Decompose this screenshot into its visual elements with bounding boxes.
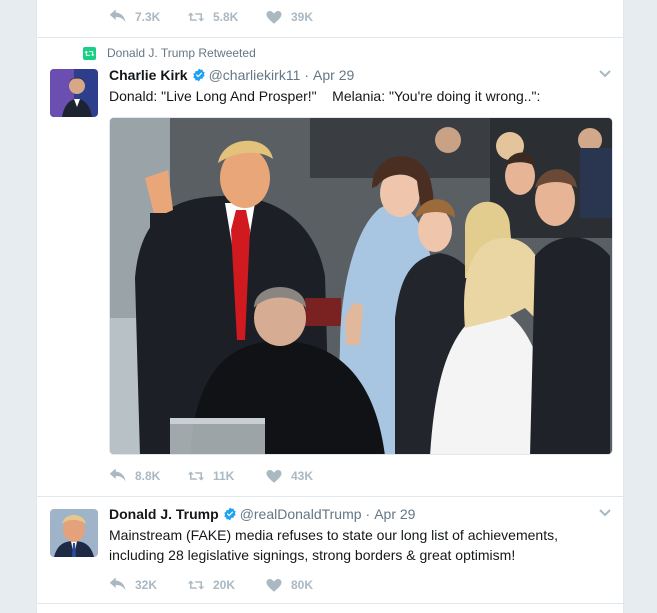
tweet-timestamp[interactable]: Apr 29 bbox=[374, 506, 415, 522]
original-tweet-actions: 32K 20K 80K bbox=[109, 575, 343, 595]
retweeted-tweet-actions: 8.8K 11K 43K bbox=[109, 466, 343, 486]
retweet-count: 5.8K bbox=[213, 10, 239, 24]
author-handle[interactable]: @charliekirk11 bbox=[209, 67, 301, 83]
top-tweet-actions: 7.3K 5.8K 39K bbox=[109, 7, 343, 27]
reply-button[interactable]: 8.8K bbox=[109, 468, 165, 484]
chevron-down-icon[interactable] bbox=[599, 70, 611, 78]
like-button[interactable]: 43K bbox=[265, 468, 321, 484]
like-button[interactable]: 80K bbox=[265, 577, 321, 593]
retweet-context-label: Donald J. Trump Retweeted bbox=[107, 46, 256, 60]
verified-badge-icon bbox=[224, 507, 236, 521]
heart-icon bbox=[266, 579, 282, 592]
like-count: 43K bbox=[291, 469, 314, 483]
reply-count: 32K bbox=[135, 578, 158, 592]
reply-button[interactable]: 32K bbox=[109, 577, 165, 593]
retweet-button[interactable]: 11K bbox=[187, 468, 243, 484]
header-separator: · bbox=[304, 67, 310, 83]
tweet-divider bbox=[37, 603, 623, 604]
tweet-text: Donald: "Live Long And Prosper!" Melania… bbox=[109, 88, 541, 104]
retweet-button[interactable]: 5.8K bbox=[187, 9, 243, 25]
verified-badge-icon bbox=[192, 68, 205, 82]
author-handle[interactable]: @realDonaldTrump bbox=[240, 506, 362, 522]
heart-icon bbox=[266, 11, 282, 24]
timeline: 7.3K 5.8K 39K Donald J. Trump Retweeted … bbox=[36, 0, 624, 613]
tweet-header: Donald J. Trump @realDonaldTrump · Apr 2… bbox=[109, 506, 415, 522]
author-name[interactable]: Donald J. Trump bbox=[109, 506, 219, 522]
tweet-divider bbox=[37, 496, 623, 497]
header-separator: · bbox=[365, 506, 371, 522]
tweet-divider bbox=[37, 37, 623, 38]
retweet-count: 11K bbox=[213, 469, 235, 483]
reply-icon bbox=[109, 468, 126, 482]
retweet-button[interactable]: 20K bbox=[187, 577, 243, 593]
heart-icon bbox=[266, 470, 282, 483]
reply-count: 7.3K bbox=[135, 10, 161, 24]
retweet-count: 20K bbox=[213, 578, 236, 592]
author-name[interactable]: Charlie Kirk bbox=[109, 67, 188, 83]
tweet-text: Mainstream (FAKE) media refuses to state… bbox=[109, 527, 558, 563]
tweet-header: Charlie Kirk @charliekirk11 · Apr 29 bbox=[109, 67, 354, 83]
retweet-icon bbox=[187, 12, 205, 22]
retweet-context-icon bbox=[83, 46, 96, 60]
reply-icon bbox=[109, 9, 126, 23]
like-count: 80K bbox=[291, 578, 314, 592]
reply-count: 8.8K bbox=[135, 469, 161, 483]
chevron-down-icon[interactable] bbox=[599, 509, 611, 517]
tweet-photo[interactable] bbox=[109, 117, 613, 455]
retweet-icon bbox=[187, 471, 205, 481]
tweet-timestamp[interactable]: Apr 29 bbox=[313, 67, 354, 83]
reply-icon bbox=[109, 577, 126, 591]
retweet-context[interactable]: Donald J. Trump Retweeted bbox=[83, 46, 256, 60]
author-avatar[interactable] bbox=[50, 69, 98, 117]
like-button[interactable]: 39K bbox=[265, 9, 321, 25]
retweet-icon bbox=[187, 580, 205, 590]
reply-button[interactable]: 7.3K bbox=[109, 9, 165, 25]
like-count: 39K bbox=[291, 10, 314, 24]
author-avatar[interactable] bbox=[50, 509, 98, 557]
